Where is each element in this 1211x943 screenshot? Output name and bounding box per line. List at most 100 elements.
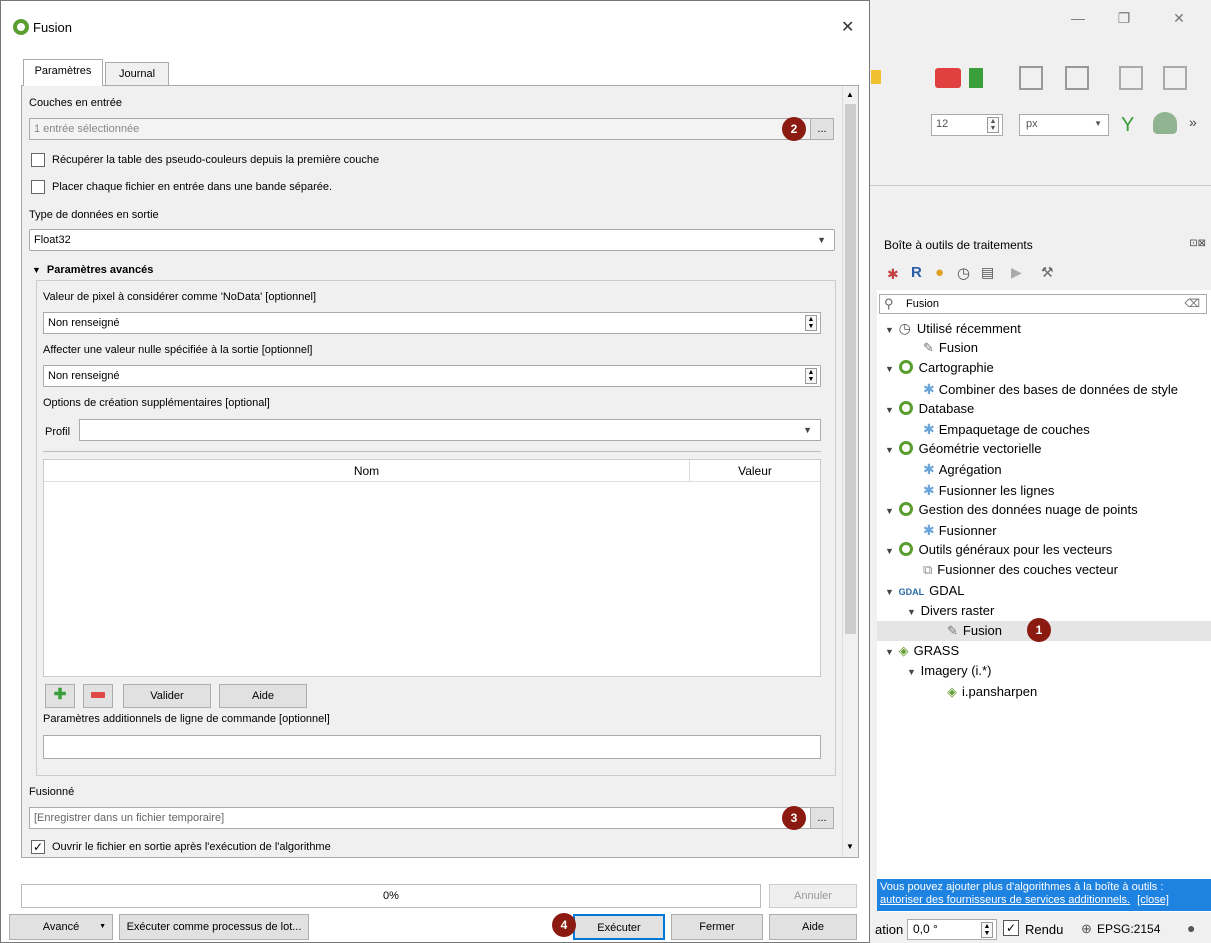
scroll-down-icon[interactable]: ▼ xyxy=(846,842,854,851)
edit-shape-icon[interactable] xyxy=(1019,66,1043,90)
spin-icon[interactable]: ▲ ▼ xyxy=(981,922,993,938)
font-size-input[interactable]: 12 ▲ ▼ xyxy=(931,114,1003,136)
offset-icon[interactable] xyxy=(1163,66,1187,90)
tree-item[interactable]: ✱ Agrégation xyxy=(923,459,1002,479)
spin-icon[interactable]: ▲ ▼ xyxy=(805,368,817,384)
expand-arrow-icon[interactable]: ▼ xyxy=(885,501,895,521)
expand-arrow-icon[interactable]: ▼ xyxy=(885,440,895,460)
crs-value[interactable]: EPSG:2154 xyxy=(1097,922,1160,936)
tree-item[interactable]: ▼ Cartographie xyxy=(885,358,994,378)
help-button[interactable]: Aide xyxy=(769,914,857,940)
tree-item[interactable]: ▼ Géométrie vectorielle xyxy=(885,439,1041,459)
extra-params-input[interactable] xyxy=(43,735,821,759)
toolbox-title: Boîte à outils de traitements xyxy=(877,232,1211,258)
advanced-section-header[interactable]: ▼ Paramètres avancés xyxy=(32,264,153,276)
expand-arrow-icon[interactable]: ▼ xyxy=(885,541,895,561)
nullval-input[interactable]: Non renseigné ▲ ▼ xyxy=(43,365,821,387)
validate-button[interactable]: Valider xyxy=(123,684,211,708)
scrollbar[interactable]: ▲ ▼ xyxy=(842,86,858,857)
nodata-input[interactable]: Non renseigné ▲ ▼ xyxy=(43,312,821,334)
tree-item[interactable]: ▼ Outils généraux pour les vecteurs xyxy=(885,540,1112,560)
results-icon[interactable]: ▤ xyxy=(981,264,994,281)
tree-item[interactable]: ▼ Gestion des données nuage de points xyxy=(885,500,1138,520)
info-close-link[interactable]: [close] xyxy=(1137,894,1169,906)
cancel-button[interactable]: Annuler xyxy=(769,884,857,908)
maximize-icon[interactable]: ❐ xyxy=(1109,10,1139,34)
options-help-button[interactable]: Aide xyxy=(219,684,307,708)
expand-arrow-icon[interactable]: ▼ xyxy=(885,642,895,662)
tree-item[interactable]: ✱ Combiner des bases de données de style xyxy=(923,379,1178,399)
info-link[interactable]: autoriser des fournisseurs de services a… xyxy=(880,894,1130,906)
reshape-icon[interactable] xyxy=(1065,66,1089,90)
green-bar-icon[interactable] xyxy=(969,68,983,88)
yellow-shape-icon[interactable] xyxy=(871,70,881,84)
history-icon[interactable]: ◷ xyxy=(957,264,970,282)
tree-item[interactable]: ✱ Empaquetage de couches xyxy=(923,419,1090,439)
minimize-icon[interactable]: — xyxy=(1063,10,1093,34)
input-layers-browse-button[interactable]: ... xyxy=(810,118,834,140)
models-icon[interactable]: ✱ xyxy=(887,266,899,283)
separate-checkbox[interactable] xyxy=(31,180,45,194)
scroll-up-icon[interactable]: ▲ xyxy=(846,90,854,99)
algorithm-tree: ▼ ◷ Utilisé récemment ✎ Fusion ▼ Cartographi… xyxy=(877,318,1211,699)
table-header-value[interactable]: Valeur xyxy=(690,460,820,482)
spin-icon[interactable]: ▲ ▼ xyxy=(805,315,817,331)
rotation-input[interactable]: 0,0 ° ▲ ▼ xyxy=(907,919,997,940)
close-window-icon[interactable]: ✕ xyxy=(1164,10,1194,34)
profile-select[interactable]: ▼ xyxy=(79,419,821,441)
expand-arrow-icon[interactable]: ▼ xyxy=(885,582,895,602)
tree-item[interactable]: ▼ Database xyxy=(885,399,974,419)
tab-journal[interactable]: Journal xyxy=(105,62,169,86)
tree-item[interactable]: ▼ GDAL GDAL xyxy=(885,581,965,601)
spin-icon[interactable]: ▲ ▼ xyxy=(987,117,999,133)
tree-item[interactable]: ✎ Fusion xyxy=(923,338,978,358)
close-button[interactable]: Fermer xyxy=(671,914,763,940)
tree-item[interactable]: ◈ i.pansharpen xyxy=(947,682,1037,702)
expand-arrow-icon[interactable]: ▼ xyxy=(885,359,895,379)
wrench-icon[interactable]: ⚒ xyxy=(1041,264,1054,281)
tree-item[interactable]: ▼ Imagery (i.*) xyxy=(907,661,991,681)
split-icon[interactable] xyxy=(1119,66,1143,90)
float-close-icon[interactable]: ⊡⊠ xyxy=(1189,238,1206,249)
expand-arrow-icon[interactable]: ▼ xyxy=(885,400,895,420)
font-unit-select[interactable]: px ▼ xyxy=(1019,114,1109,136)
pct-checkbox[interactable] xyxy=(31,153,45,167)
digitize-icon[interactable] xyxy=(935,68,961,88)
vertex-icon[interactable]: Y xyxy=(1121,114,1134,137)
render-checkbox[interactable]: ✓ xyxy=(1003,920,1019,936)
dialog-close-icon[interactable]: ✕ xyxy=(841,17,854,37)
tree-item[interactable]: ⧉ Fusionner des couches vecteur xyxy=(923,560,1118,580)
tree-item[interactable]: ▼ ◷ Utilisé récemment xyxy=(885,318,1021,338)
edit-features-icon[interactable]: ▶ xyxy=(1011,264,1022,281)
run-button[interactable]: Exécuter xyxy=(573,914,665,940)
batch-process-button[interactable]: Exécuter comme processus de lot... xyxy=(119,914,309,940)
output-file-field[interactable]: [Enregistrer dans un fichier temporaire] xyxy=(29,807,815,829)
messages-icon[interactable]: ● xyxy=(1187,920,1195,936)
expand-arrow-icon[interactable]: ▼ xyxy=(907,602,917,622)
tree-icon[interactable] xyxy=(1153,112,1177,134)
output-browse-button[interactable]: ... xyxy=(810,807,834,829)
table-header-name[interactable]: Nom xyxy=(44,460,690,482)
search-icon: ⚲ xyxy=(884,296,894,311)
more-icon[interactable]: » xyxy=(1189,114,1197,130)
remove-row-button[interactable] xyxy=(83,684,113,708)
tree-item[interactable]: ▼ Divers raster xyxy=(907,601,994,621)
datatype-select[interactable]: Float32 ▼ xyxy=(29,229,835,251)
crs-globe-icon[interactable]: ⊕ xyxy=(1081,921,1092,937)
tree-item[interactable]: ✱ Fusionner xyxy=(923,520,997,540)
tree-item[interactable]: ▼ ◈ GRASS xyxy=(885,641,959,661)
scrollbar-thumb[interactable] xyxy=(845,104,856,634)
tree-item-label: GDAL xyxy=(929,582,965,598)
tree-item[interactable]: ✱ Fusionner les lignes xyxy=(923,480,1054,500)
expand-arrow-icon[interactable]: ▼ xyxy=(885,320,895,340)
search-input[interactable]: ⚲ Fusion ⌫ xyxy=(879,294,1207,314)
expand-arrow-icon[interactable]: ▼ xyxy=(907,662,917,682)
tree-item-label: Géométrie vectorielle xyxy=(918,441,1042,457)
advanced-button[interactable]: Avancé ▼ xyxy=(9,914,113,940)
r-script-icon[interactable]: R xyxy=(911,264,922,281)
tab-parametres[interactable]: Paramètres xyxy=(23,59,103,86)
add-row-button[interactable]: ✚ xyxy=(45,684,75,708)
open-output-checkbox[interactable]: ✓ xyxy=(31,840,45,854)
clear-search-icon[interactable]: ⌫ xyxy=(1184,297,1200,310)
python-icon[interactable]: ● xyxy=(935,264,944,281)
